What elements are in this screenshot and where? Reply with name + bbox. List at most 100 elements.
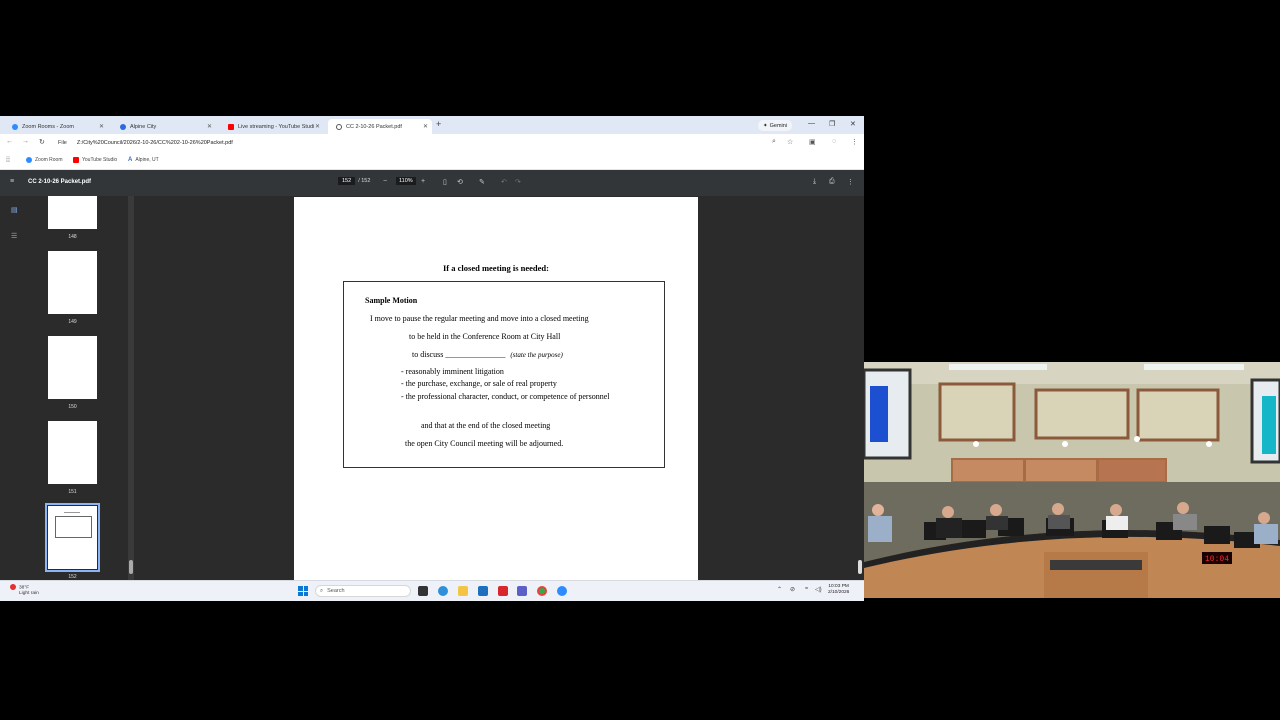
bookmark-zoom-room[interactable]: Zoom Room — [26, 157, 63, 163]
outline-icon[interactable]: ☰ — [11, 232, 17, 240]
pdf-page: If a closed meeting is needed: Sample Mo… — [294, 197, 698, 580]
council-chamber-image: 10:04 — [864, 362, 1280, 598]
thumbnail-preview-line — [64, 512, 80, 513]
thumbnails-icon[interactable]: ▤ — [11, 206, 18, 214]
wifi-icon[interactable]: ≈ — [805, 586, 808, 592]
taskbar-clock[interactable]: 10:03 PM 2/10/2026 — [828, 584, 849, 596]
motion-title: Sample Motion — [365, 296, 418, 305]
tray-chevron-icon[interactable]: ⌃ — [777, 586, 782, 593]
tab-label: Zoom Rooms - Zoom — [22, 123, 74, 130]
motion-bullet: - the professional character, conduct, o… — [401, 392, 610, 401]
tab-youtube-studio[interactable]: Live streaming - YouTube Studio ✕ — [220, 119, 324, 134]
apps-grid-icon[interactable]: ⁞⁞ — [6, 157, 10, 164]
redo-icon[interactable]: ↷ — [515, 178, 521, 186]
close-icon[interactable]: ✕ — [315, 123, 320, 130]
task-view-icon[interactable] — [418, 586, 428, 596]
gemini-button[interactable]: ✦ Gemini — [758, 120, 793, 131]
annotate-icon[interactable]: ✎ — [479, 178, 485, 186]
weather-widget[interactable]: 38°F Light rain — [10, 584, 39, 597]
tab-alpine-city[interactable]: Alpine City ✕ — [112, 119, 216, 134]
motion-line-1: I move to pause the regular meeting and … — [370, 314, 589, 323]
close-window-icon[interactable]: ✕ — [850, 120, 856, 128]
thumbnail-page-150[interactable] — [48, 336, 97, 399]
chamber-clock-display: 10:04 — [1205, 555, 1229, 564]
bookmark-youtube-studio[interactable]: YouTube Studio — [73, 157, 117, 163]
thumbnail-number: 148 — [68, 234, 77, 240]
thumbnail-panel: 148 149 150 151 152 — [28, 196, 128, 580]
council-video-feed: 10:04 — [864, 362, 1280, 598]
thumbnail-number: 151 — [68, 489, 77, 495]
motion-line-4: and that at the end of the closed meetin… — [421, 421, 551, 430]
page-indicator: 152 / 152 — [338, 177, 370, 185]
file-explorer-icon[interactable] — [458, 586, 468, 596]
close-icon[interactable]: ✕ — [99, 123, 104, 130]
restore-icon[interactable]: ❐ — [829, 120, 835, 128]
weather-desc: Light rain — [19, 591, 39, 597]
hamburger-menu-icon[interactable]: ≡ — [10, 178, 14, 185]
more-options-icon[interactable]: ⋮ — [847, 178, 854, 186]
scrollbar-thumb[interactable] — [858, 560, 862, 574]
thumbnail-number: 150 — [68, 404, 77, 410]
motion-line-2: to be held in the Conference Room at Cit… — [409, 332, 561, 341]
motion-line-5: the open City Council meeting will be ad… — [405, 439, 564, 448]
bookmarks-bar: ⁞⁞ Zoom Room YouTube Studio A Alpine, UT — [0, 152, 864, 170]
youtube-icon — [73, 157, 79, 163]
zoom-lens-icon[interactable]: ⌕ — [772, 138, 776, 146]
reload-icon[interactable]: ↻ — [39, 138, 45, 146]
star-icon[interactable]: ☆ — [787, 138, 793, 146]
bookmark-label: Alpine, UT — [135, 157, 159, 163]
rotate-icon[interactable]: ⟲ — [457, 178, 463, 186]
clock-time: 10:03 PM — [828, 584, 849, 589]
page-number-input[interactable]: 152 — [338, 177, 356, 185]
url-field[interactable]: File Z:/City%20Council/2026/2-10-26/CC%2… — [58, 137, 758, 149]
close-icon[interactable]: ✕ — [207, 123, 212, 130]
store-icon[interactable] — [478, 586, 488, 596]
zoom-level-input[interactable]: 110% — [396, 177, 416, 185]
viewer-scrollbar[interactable] — [856, 196, 864, 580]
weather-icon — [10, 584, 16, 590]
desktop-screen: Zoom Rooms - Zoom ✕ Alpine City ✕ Live s… — [0, 116, 864, 601]
tab-pdf-packet[interactable]: CC 2-10-26 Packet.pdf ✕ — [328, 119, 432, 134]
thumbnail-page-151[interactable] — [48, 421, 97, 484]
motion-bullet: - reasonably imminent litigation — [401, 367, 504, 376]
minimize-icon[interactable]: — — [808, 120, 815, 127]
fit-page-icon[interactable]: ▯ — [443, 178, 447, 186]
teams-icon[interactable] — [517, 586, 527, 596]
scrollbar-thumb[interactable] — [129, 560, 133, 574]
thumbnail-page-152[interactable] — [45, 503, 100, 572]
tab-label: Live streaming - YouTube Studio — [238, 123, 314, 130]
profile-icon[interactable]: ◌ — [832, 138, 836, 145]
undo-icon[interactable]: ↶ — [501, 178, 507, 186]
windows-start-icon[interactable] — [298, 586, 308, 596]
gemini-label: Gemini — [769, 122, 788, 129]
new-tab-button[interactable]: + — [436, 119, 441, 129]
url-text: Z:/City%20Council/2026/2-10-26/CC%202-10… — [76, 140, 233, 146]
browser-tab-strip: Zoom Rooms - Zoom ✕ Alpine City ✕ Live s… — [0, 116, 864, 134]
zoom-out-icon[interactable]: − — [383, 178, 387, 185]
motion-line-3-note: (state the purpose) — [510, 351, 563, 359]
thumbnail-page-149[interactable] — [48, 251, 97, 314]
page-total: / 152 — [358, 178, 371, 184]
taskbar-search-input[interactable]: ⌕ Search — [315, 585, 411, 597]
zoom-in-icon[interactable]: + — [421, 178, 425, 185]
edge-icon[interactable] — [438, 586, 448, 596]
tray-app-icon[interactable]: ⊘ — [790, 586, 795, 593]
app-icon[interactable] — [498, 586, 508, 596]
bookmark-alpine-ut[interactable]: A Alpine, UT — [128, 157, 159, 163]
close-icon[interactable]: ✕ — [423, 123, 428, 130]
sidepanel-icon[interactable]: ▣ — [809, 138, 816, 146]
print-icon[interactable]: ⎙ — [829, 178, 835, 186]
back-icon[interactable]: ← — [6, 138, 13, 145]
chrome-icon[interactable] — [537, 586, 547, 596]
volume-icon[interactable]: ◁) — [815, 586, 822, 593]
zoom-taskbar-icon[interactable] — [557, 586, 567, 596]
url-scheme: File — [58, 140, 67, 146]
sample-motion-box: Sample Motion I move to pause the regula… — [343, 281, 665, 468]
tab-zoom-rooms[interactable]: Zoom Rooms - Zoom ✕ — [4, 119, 108, 134]
page-heading: If a closed meeting is needed: — [442, 263, 549, 273]
forward-icon[interactable]: → — [22, 138, 29, 145]
download-icon[interactable]: ⤓ — [813, 178, 816, 186]
kebab-menu-icon[interactable]: ⋮ — [851, 138, 858, 146]
pdf-viewer: If a closed meeting is needed: Sample Mo… — [134, 196, 856, 580]
thumbnail-page-148[interactable] — [48, 196, 97, 229]
